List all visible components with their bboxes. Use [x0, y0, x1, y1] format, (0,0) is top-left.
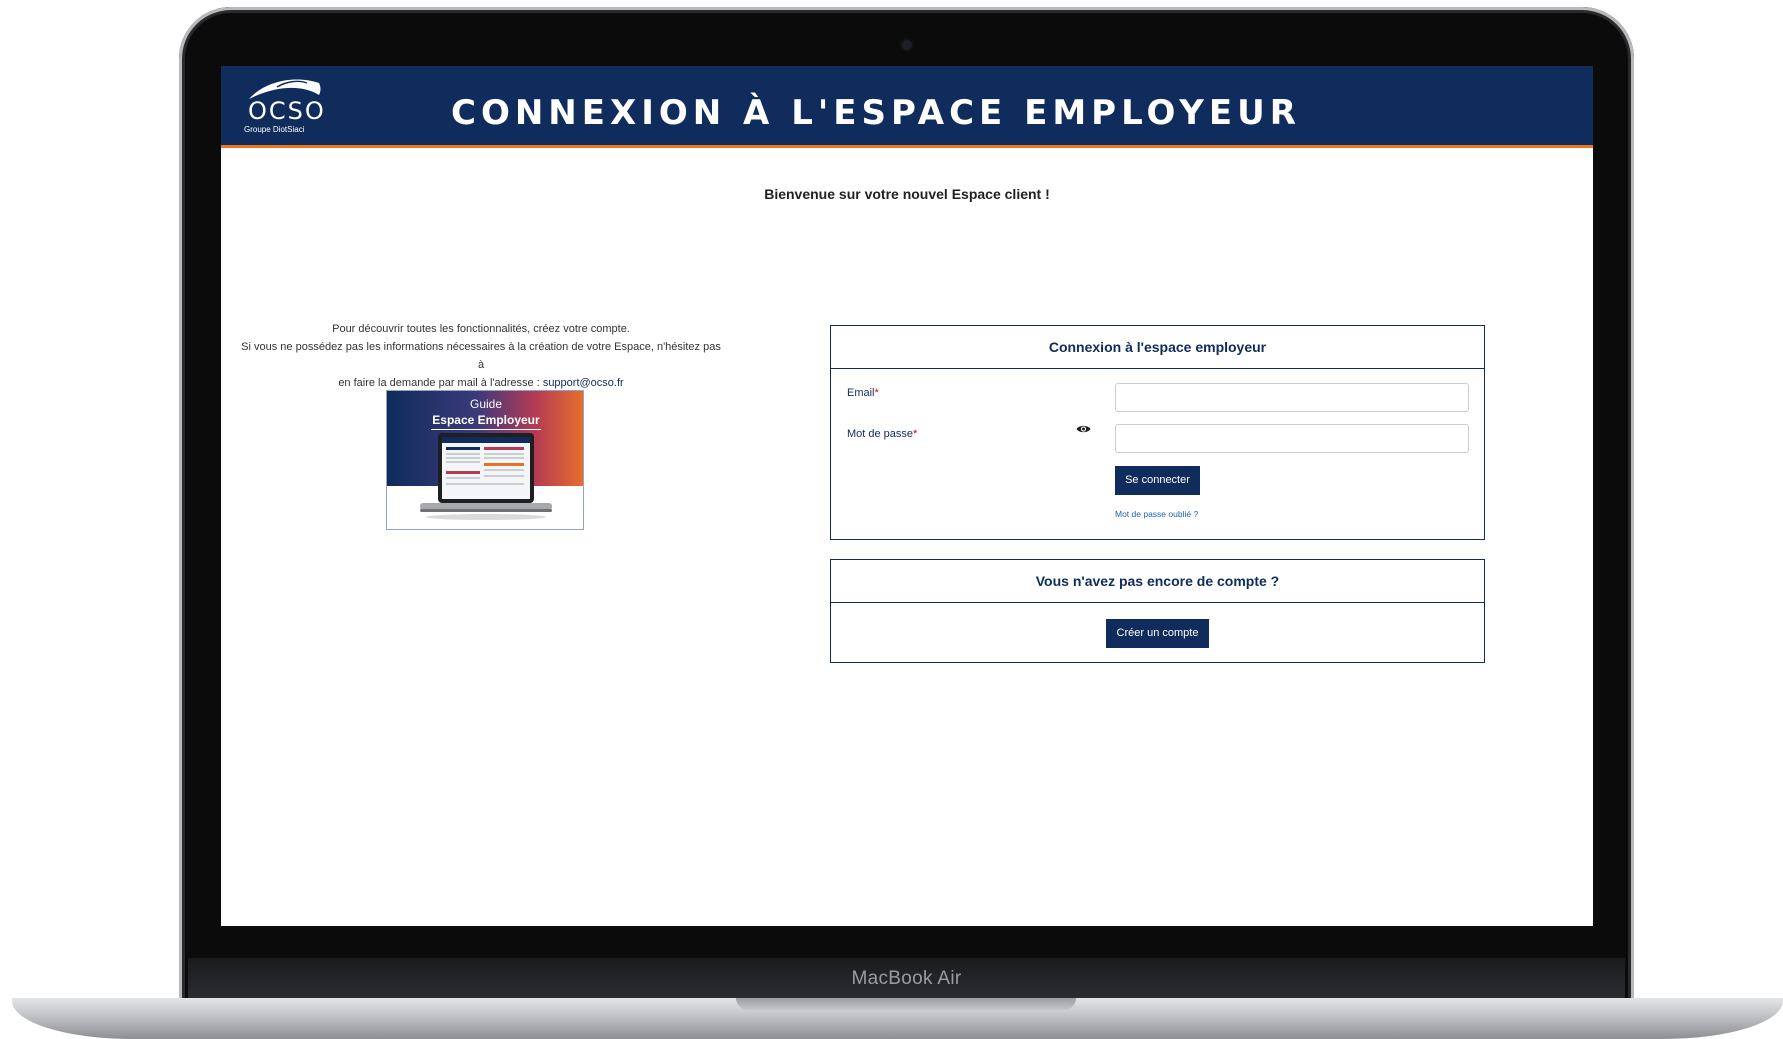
required-marker: *	[874, 387, 879, 399]
logo-subtext: Groupe DiotSiaci	[244, 125, 305, 134]
password-field[interactable]	[1115, 424, 1469, 453]
guide-title-line-2: Espace Employeur	[432, 413, 540, 427]
guide-title-underline	[431, 429, 541, 430]
info-line-3-prefix: en faire la demande par mail à l'adresse…	[338, 377, 543, 389]
device-label: MacBook Air	[851, 968, 962, 989]
guide-laptop-icon	[420, 433, 552, 520]
email-label-text: Email	[847, 387, 875, 399]
email-label: Email*	[847, 387, 879, 399]
create-account-card-title: Vous n'avez pas encore de compte ?	[831, 560, 1484, 603]
guide-title-line-1: Guide	[469, 397, 503, 411]
forgot-password-link[interactable]: Mot de passe oublié ?	[1115, 509, 1198, 519]
camera-icon	[902, 40, 912, 50]
email-field[interactable]	[1115, 383, 1469, 412]
eye-icon[interactable]	[1076, 424, 1091, 434]
welcome-message: Bienvenue sur votre nouvel Espace client…	[764, 186, 1050, 202]
screen: OCSO Groupe DiotSiaci CONNEXION À L'ESPA…	[221, 66, 1593, 926]
guide-thumbnail[interactable]: Guide Espace Employeur	[386, 390, 584, 530]
info-line-2: Si vous ne possédez pas les informations…	[241, 341, 721, 371]
login-card: Connexion à l'espace employeur Email* Mo…	[830, 325, 1485, 540]
ocso-logo[interactable]: OCSO Groupe DiotSiaci	[241, 77, 326, 137]
password-label-text: Mot de passe	[847, 428, 914, 440]
create-account-card: Vous n'avez pas encore de compte ? Créer…	[830, 559, 1485, 663]
login-button[interactable]: Se connecter	[1115, 466, 1200, 495]
page-title: CONNEXION À L'ESPACE EMPLOYEUR	[451, 93, 1301, 133]
password-label: Mot de passe*	[847, 428, 917, 440]
laptop-hinge-notch	[736, 998, 1076, 1010]
info-text: Pour découvrir toutes les fonctionnalité…	[241, 320, 721, 392]
header-bar: OCSO Groupe DiotSiaci CONNEXION À L'ESPA…	[221, 66, 1593, 148]
login-card-title: Connexion à l'espace employeur	[831, 326, 1484, 369]
logo-wordmark: OCSO	[248, 97, 326, 125]
create-account-button[interactable]: Créer un compte	[1106, 619, 1209, 648]
support-email-link[interactable]: support@ocso.fr	[543, 377, 624, 389]
required-marker: *	[913, 428, 918, 440]
info-line-1: Pour découvrir toutes les fonctionnalité…	[332, 323, 630, 335]
